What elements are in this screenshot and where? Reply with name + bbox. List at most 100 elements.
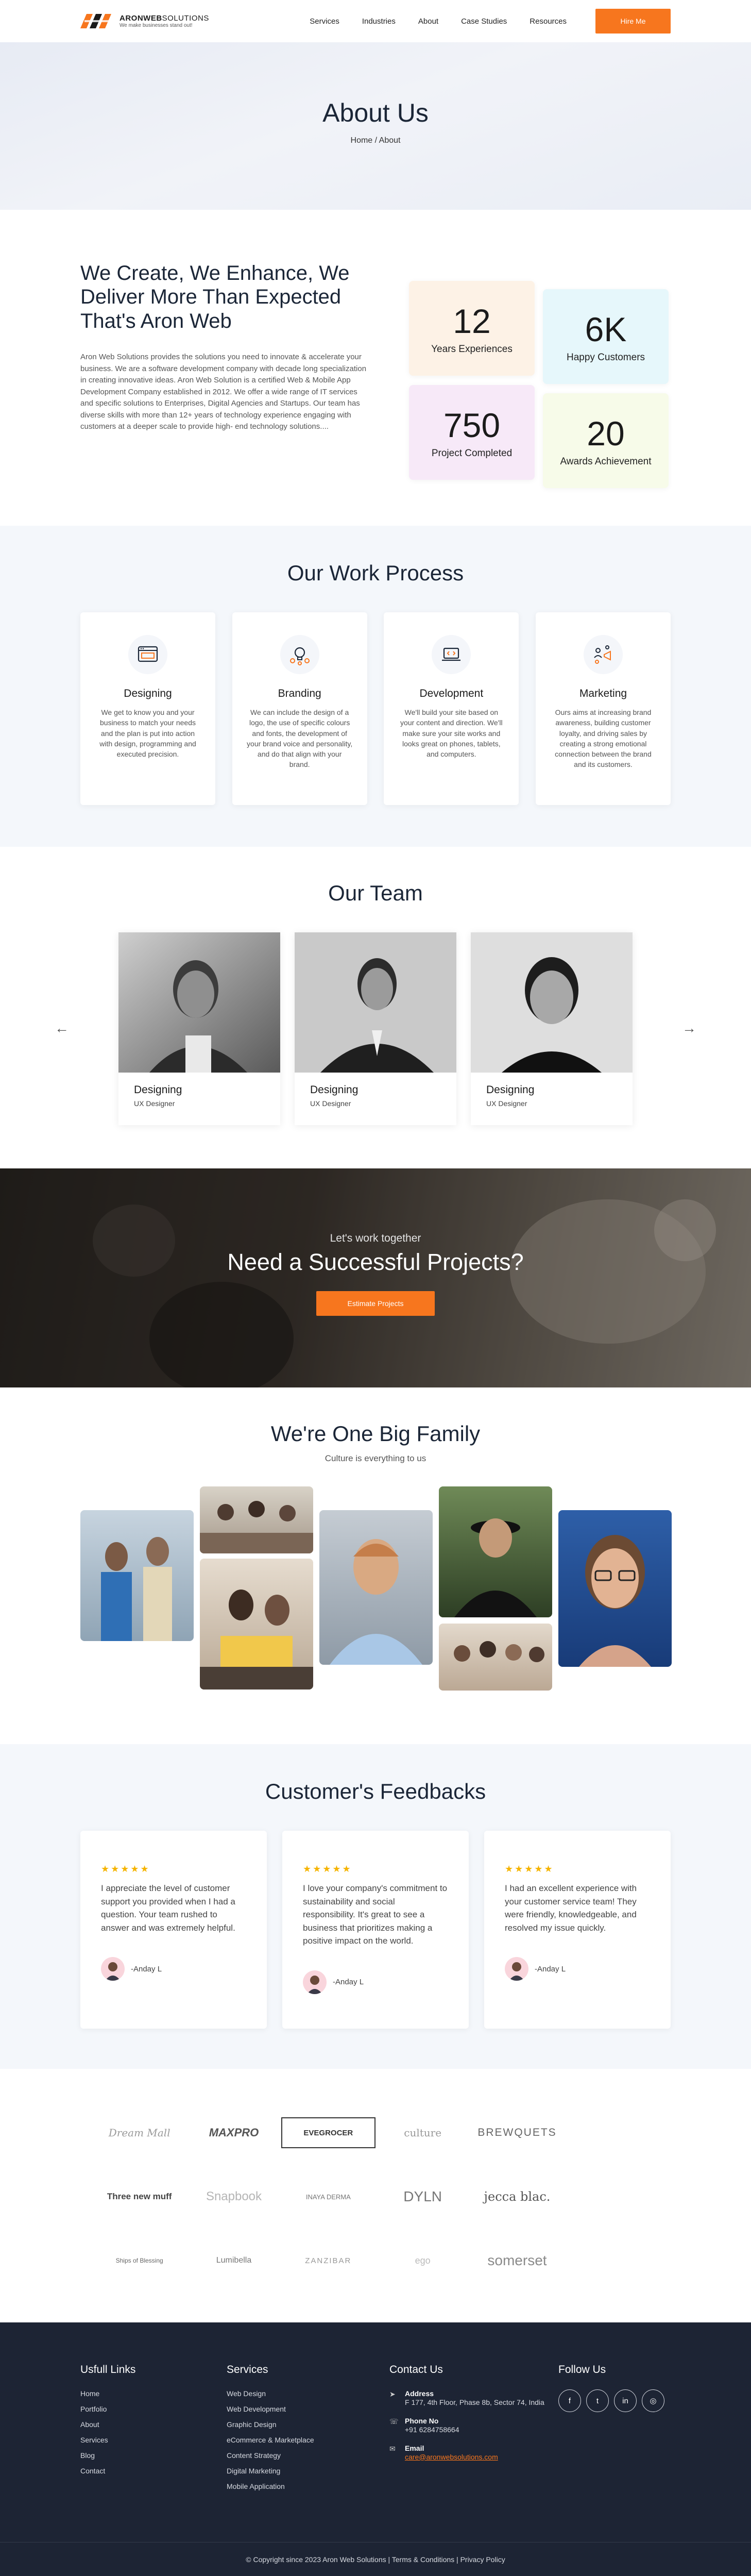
client-logo: Dream Mall — [108, 2127, 170, 2139]
cta-title: Need a Successful Projects? — [227, 1249, 524, 1275]
team-card[interactable]: Designing UX Designer — [295, 932, 456, 1125]
about-heading: We Create, We Enhance, We Deliver More T… — [80, 262, 350, 332]
footer-link-web-design[interactable]: Web Design — [227, 2389, 389, 2398]
family-section: We're One Big Family Culture is everythi… — [0, 1387, 751, 1744]
footer-link-ecommerce[interactable]: eCommerce & Marketplace — [227, 2436, 389, 2444]
idea-bulb-icon — [280, 635, 319, 674]
stat-number: 12 — [453, 302, 491, 340]
client-logo: somerset — [487, 2252, 547, 2268]
site-logo[interactable]: ARONWEBSOLUTIONS We make businesses stan… — [80, 14, 297, 28]
footer-link-home[interactable]: Home — [80, 2389, 227, 2398]
avatar — [303, 1970, 327, 1994]
process-card-designing: Designing We get to know you and your bu… — [80, 612, 215, 805]
rating-stars-icon: ★★★★★ — [505, 1864, 554, 1874]
footer-link-blog[interactable]: Blog — [80, 2451, 227, 2460]
footer-heading: Follow Us — [558, 2364, 606, 2376]
footer-link-about[interactable]: About — [80, 2420, 227, 2429]
contact-email[interactable]: care@aronwebsolutions.com — [405, 2452, 498, 2462]
client-logo: DYLN — [403, 2188, 442, 2204]
browser-icon — [128, 635, 167, 674]
contact-label: Address — [405, 2389, 434, 2398]
testimonial-author: -Anday L — [131, 1964, 162, 1973]
logo-mark-icon — [80, 14, 115, 28]
footer-link-services[interactable]: Services — [80, 2436, 227, 2444]
contact-phone[interactable]: +91 6284758664 — [405, 2425, 459, 2435]
nav-resources[interactable]: Resources — [530, 17, 567, 26]
team-section: Our Team ← Designing UX Designer Designi… — [0, 847, 751, 1168]
footer-services: Services Web Design Web Development Grap… — [227, 2364, 389, 2498]
stat-label: Project Completed — [431, 448, 513, 459]
process-card-text: We'll build your site based on your cont… — [400, 708, 503, 759]
family-photo — [319, 1510, 433, 1665]
feedback-section: Customer's Feedbacks ★★★★★ I appreciate … — [0, 1744, 751, 2069]
contact-address: F 177, 4th Floor, Phase 8b, Sector 74, I… — [405, 2398, 544, 2406]
family-photo — [200, 1559, 313, 1690]
process-card-text: Ours aims at increasing brand awareness,… — [555, 708, 652, 769]
family-photo — [200, 1486, 313, 1553]
hire-me-button[interactable]: Hire Me — [595, 9, 671, 34]
stat-label: Happy Customers — [566, 352, 645, 363]
client-logo: Three new muff — [107, 2192, 172, 2201]
meeting-background-photo — [0, 1168, 751, 1387]
process-card-branding: Branding We can include the design of a … — [232, 612, 367, 805]
client-logo: EVEGROCER — [281, 2117, 376, 2148]
instagram-icon[interactable]: ◎ — [642, 2389, 664, 2412]
family-photo — [439, 1624, 552, 1691]
client-logo: Lumibella — [216, 2256, 252, 2265]
testimonial-author: -Anday L — [333, 1978, 364, 1986]
nav-industries[interactable]: Industries — [362, 17, 396, 26]
process-card-title: Development — [419, 688, 484, 699]
family-gallery — [80, 1486, 672, 1703]
footer-link-contact[interactable]: Contact — [80, 2467, 227, 2475]
process-card-development: Development We'll build your site based … — [384, 612, 519, 805]
family-photo — [80, 1510, 194, 1641]
team-member-name: Designing — [134, 1084, 182, 1096]
footer-useful-links: Usfull Links Home Portfolio About Servic… — [80, 2364, 227, 2498]
testimonial-card: ★★★★★ I had an excellent experience with… — [484, 1831, 671, 2029]
marketing-icon — [583, 635, 623, 674]
linkedin-icon[interactable]: in — [614, 2389, 637, 2412]
section-title: Our Team — [328, 881, 423, 905]
footer-contact: Contact Us ➤ Address F 177, 4th Floor, Pha… — [389, 2364, 558, 2498]
carousel-next-icon[interactable]: → — [682, 1020, 696, 1036]
nav-about[interactable]: About — [418, 17, 438, 26]
testimonial-text: I had an excellent experience with your … — [505, 1883, 637, 1933]
team-card[interactable]: Designing UX Designer — [118, 932, 280, 1125]
footer-link-web-development[interactable]: Web Development — [227, 2405, 389, 2413]
footer-heading: Contact Us — [389, 2364, 443, 2376]
client-logo: Ships of Blessing — [115, 2257, 163, 2264]
testimonial-author: -Anday L — [535, 1964, 566, 1973]
phone-icon: ☏ — [389, 2417, 399, 2426]
footer-link-content-strategy[interactable]: Content Strategy — [227, 2451, 389, 2460]
footer-link-mobile-application[interactable]: Mobile Application — [227, 2482, 389, 2490]
breadcrumb-home[interactable]: Home — [351, 136, 373, 145]
client-logo: ZANZIBAR — [305, 2256, 352, 2265]
team-card[interactable]: Designing UX Designer — [471, 932, 633, 1125]
stat-card-awards: 20 Awards Achievement — [543, 393, 669, 488]
footer-link-portfolio[interactable]: Portfolio — [80, 2405, 227, 2413]
contact-label: Email — [405, 2444, 424, 2452]
team-photo — [471, 932, 633, 1073]
twitter-icon[interactable]: t — [586, 2389, 609, 2412]
nav-services[interactable]: Services — [310, 17, 339, 26]
avatar — [505, 1957, 528, 1981]
mail-icon: ✉ — [389, 2444, 396, 2453]
client-logo: INAYA DERMA — [305, 2193, 351, 2201]
nav-case-studies[interactable]: Case Studies — [461, 17, 507, 26]
process-card-title: Branding — [278, 688, 321, 699]
breadcrumb-separator: / — [372, 136, 379, 145]
estimate-projects-button[interactable]: Estimate Projects — [316, 1291, 435, 1316]
about-body: Aron Web Solutions provides the solution… — [80, 353, 367, 431]
breadcrumb: Home / About — [0, 136, 751, 145]
team-photo — [118, 932, 280, 1073]
contact-label: Phone No — [405, 2416, 439, 2425]
family-photo — [439, 1486, 552, 1617]
facebook-icon[interactable]: f — [558, 2389, 581, 2412]
carousel-prev-icon[interactable]: ← — [55, 1020, 69, 1036]
process-card-text: We get to know you and your business to … — [99, 708, 196, 759]
client-logos-section: Dream Mall MAXPRO EVEGROCER culture BREW… — [0, 2069, 751, 2322]
footer-link-digital-marketing[interactable]: Digital Marketing — [227, 2467, 389, 2475]
footer-link-graphic-design[interactable]: Graphic Design — [227, 2420, 389, 2429]
team-member-name: Designing — [486, 1084, 535, 1096]
stat-label: Awards Achievement — [560, 456, 652, 467]
